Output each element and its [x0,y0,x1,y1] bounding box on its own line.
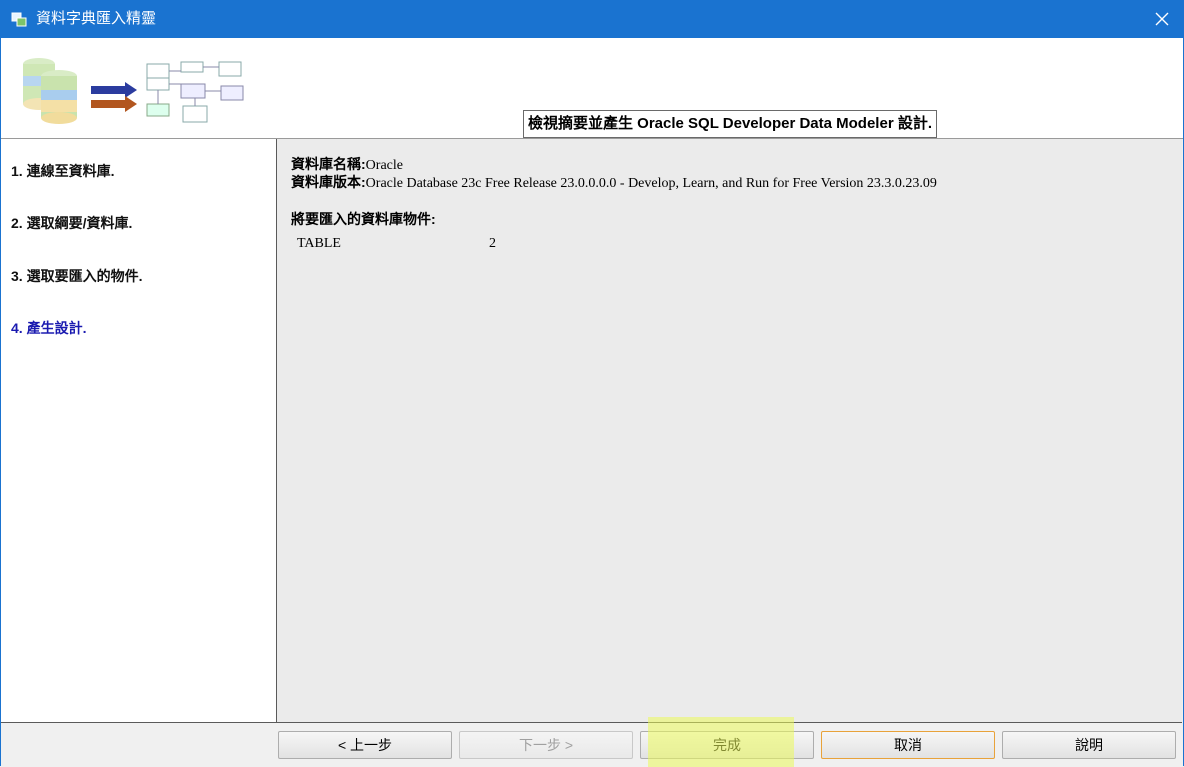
next-button[interactable]: 下一步 > [459,731,633,759]
step-connect[interactable]: 1. 連線至資料庫. [11,161,114,181]
header-message: 檢視摘要並產生 Oracle SQL Developer Data Modele… [523,110,937,138]
back-button[interactable]: < 上一步 [278,731,452,759]
close-button[interactable] [1140,0,1184,38]
db-name-row: 資料庫名稱:Oracle [291,155,403,175]
wizard-header: 檢視摘要並產生 Oracle SQL Developer Data Modele… [1,38,1183,139]
close-icon [1155,12,1169,26]
step-select-schema[interactable]: 2. 選取綱要/資料庫. [11,213,132,233]
finish-highlight [648,717,794,767]
db-version-row: 資料庫版本:Oracle Database 23c Free Release 2… [291,173,937,193]
db-name-label: 資料庫名稱: [291,156,366,172]
step-select-objects[interactable]: 3. 選取要匯入的物件. [11,266,142,286]
title-bar: 資料字典匯入精靈 [0,0,1184,38]
steps-panel: 1. 連線至資料庫. 2. 選取綱要/資料庫. 3. 選取要匯入的物件. 4. … [1,139,277,723]
summary-panel: 資料庫名稱:Oracle 資料庫版本:Oracle Database 23c F… [277,139,1182,723]
db-version-value: Oracle Database 23c Free Release 23.0.0.… [365,176,937,191]
db-name-value: Oracle [365,158,403,173]
window-title: 資料字典匯入精靈 [36,10,157,27]
cancel-button[interactable]: 取消 [821,731,995,759]
object-count: 2 [489,236,496,251]
import-banner-graphic [23,58,244,124]
help-button[interactable]: 說明 [1002,731,1176,759]
db-version-label: 資料庫版本: [291,174,366,190]
wizard-app-icon [11,12,27,27]
button-bar: < 上一步 下一步 > 完成 取消 說明 [1,723,1183,766]
object-type: TABLE [297,236,341,251]
objects-title: 將要匯入的資料庫物件: [291,211,436,227]
step-generate-design[interactable]: 4. 產生設計. [11,318,86,338]
